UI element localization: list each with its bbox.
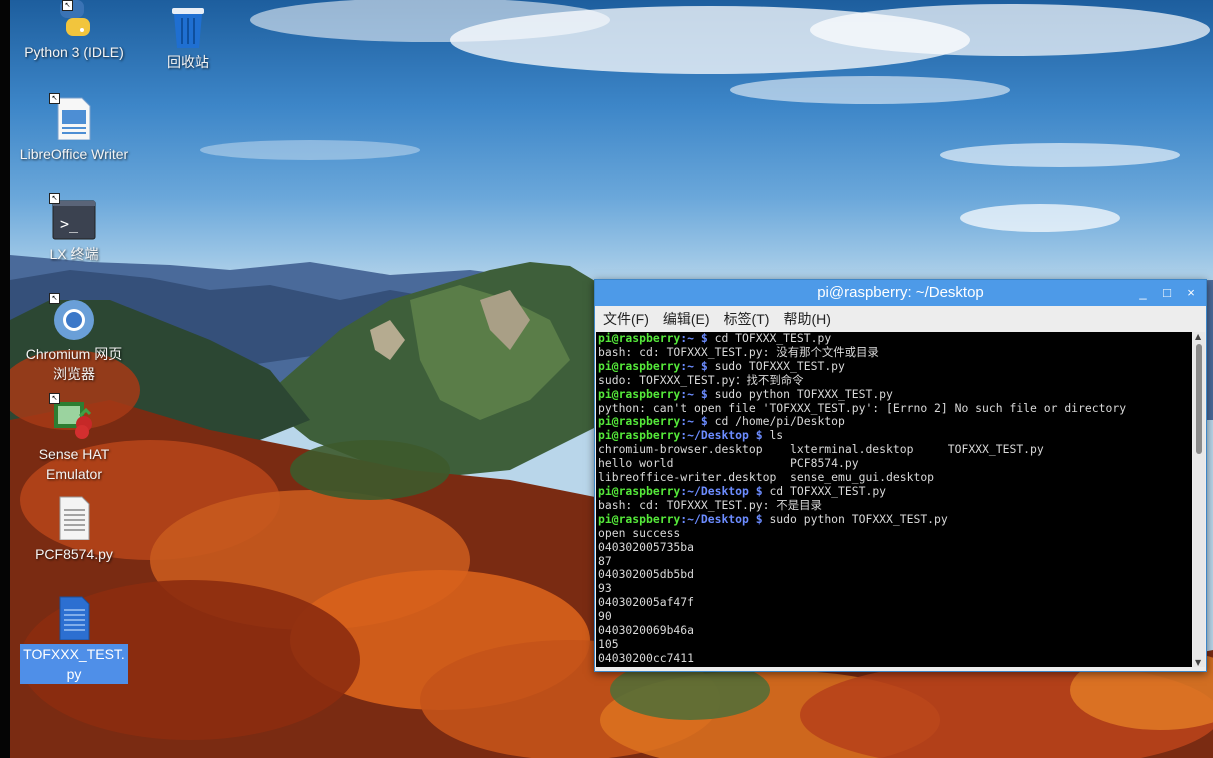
close-button[interactable]: × <box>1184 280 1198 306</box>
prompt-path: :~ $ <box>680 414 708 429</box>
desktop-icon-lx-terminal[interactable]: >_ ↖ LX 终端 <box>18 193 130 264</box>
window-titlebar[interactable]: pi@raspberry: ~/Desktop _ □ × <box>595 280 1206 306</box>
desktop-icon-label: PCF8574.py <box>35 546 113 562</box>
desktop-icon-python-idle[interactable]: ↖ Python 3 (IDLE) <box>18 0 130 62</box>
document-writer-icon: ↖ <box>49 93 96 141</box>
terminal-line: 040302005af47f <box>598 595 695 610</box>
command-text: sudo TOFXXX_TEST.py <box>707 358 845 373</box>
terminal-line: 04030200cc7411 <box>598 650 695 665</box>
scrollbar-thumb[interactable] <box>1196 344 1202 454</box>
desktop-icon-label: LX 终端 <box>49 246 99 262</box>
command-text: cd TOFXXX_TEST.py <box>762 483 887 498</box>
desktop-icon-chromium[interactable]: ↖ Chromium 网页浏览器 <box>18 293 130 384</box>
desktop-icon-recycle-bin[interactable]: 回收站 <box>132 4 244 72</box>
prompt-path: :~/Desktop $ <box>680 511 763 526</box>
prompt-path: :~ $ <box>680 386 708 401</box>
desktop-icon-pcf8574-py[interactable]: PCF8574.py <box>18 496 130 564</box>
terminal-window[interactable]: pi@raspberry: ~/Desktop _ □ × 文件(F) 编辑(E… <box>594 279 1207 672</box>
window-controls: _ □ × <box>1136 280 1198 306</box>
desktop-icon-sense-hat-emulator[interactable]: ↖ Sense HAT Emulator <box>18 393 130 484</box>
command-text: sudo python TOFXXX_TEST.py <box>762 511 948 526</box>
sense-hat-icon: ↖ <box>49 393 96 440</box>
terminal-line: 040302005db5bd <box>598 567 695 582</box>
terminal-line: 87 <box>598 553 612 568</box>
menu-file[interactable]: 文件(F) <box>603 309 649 329</box>
desktop-icon-label: LibreOffice Writer <box>19 146 129 162</box>
terminal-line: open success <box>598 525 681 540</box>
prompt-user: pi@raspberry <box>598 428 681 443</box>
terminal-line: hello world PCF8574.py <box>598 456 859 471</box>
menu-help[interactable]: 帮助(H) <box>783 309 830 329</box>
prompt-user: pi@raspberry <box>598 358 681 373</box>
command-text: cd /home/pi/Desktop <box>707 414 845 429</box>
terminal-line: 105 <box>598 636 619 651</box>
menu-tabs[interactable]: 标签(T) <box>724 309 770 329</box>
terminal-line: pi@raspberry:~ $ cd TOFXXX_TEST.py <box>596 332 1192 346</box>
terminal-line: libreoffice-writer.desktop sense_emu_gui… <box>598 470 935 485</box>
menu-edit[interactable]: 编辑(E) <box>663 309 710 329</box>
terminal-line: 90 <box>598 609 612 624</box>
desktop-icon-label: 回收站 <box>167 54 209 70</box>
prompt-user: pi@raspberry <box>598 386 681 401</box>
prompt-path: :~/Desktop $ <box>680 483 763 498</box>
maximize-button[interactable]: □ <box>1160 280 1174 306</box>
terminal-output[interactable]: pi@raspberry:~ $ cd TOFXXX_TEST.py bash: … <box>596 332 1192 667</box>
terminal-line: 0403020069b46a <box>598 623 695 638</box>
terminal-line: chromium-browser.desktop lxterminal.desk… <box>598 442 1044 457</box>
terminal-line: python: can't open file 'TOFXXX_TEST.py'… <box>598 400 1127 415</box>
terminal-line: pi@raspberry:~/Desktop $ ls <box>596 428 1192 443</box>
chromium-icon: ↖ <box>49 293 96 340</box>
terminal-line: bash: cd: TOFXXX_TEST.py: 不是目录 <box>598 497 822 512</box>
minimize-button[interactable]: _ <box>1136 280 1150 306</box>
terminal-icon: >_ ↖ <box>49 193 96 240</box>
window-title: pi@raspberry: ~/Desktop <box>817 284 984 301</box>
terminal-line: pi@raspberry:~ $ sudo python TOFXXX_TEST… <box>596 386 1192 402</box>
prompt-path: :~/Desktop $ <box>680 428 763 443</box>
trash-icon <box>166 4 210 48</box>
prompt-user: pi@raspberry <box>598 511 681 526</box>
terminal-line: 93 <box>598 581 612 596</box>
desktop-icon-label: Sense HAT Emulator <box>38 446 110 482</box>
python-icon: ↖ <box>52 0 96 38</box>
prompt-path: :~ $ <box>680 332 708 345</box>
desktop-icon-label: TOFXXX_TEST.py <box>20 644 128 684</box>
terminal-line: 040302005735ba <box>598 539 695 554</box>
screen-edge <box>0 0 10 758</box>
terminal-line: pi@raspberry:~/Desktop $ cd TOFXXX_TEST.… <box>596 483 1192 499</box>
command-text: ls <box>762 428 784 443</box>
scroll-down-arrow-icon[interactable]: ▼ <box>1195 658 1201 667</box>
command-text: cd TOFXXX_TEST.py <box>707 332 832 345</box>
prompt-user: pi@raspberry <box>598 414 681 429</box>
scroll-up-arrow-icon[interactable]: ▲ <box>1195 332 1201 341</box>
menubar: 文件(F) 编辑(E) 标签(T) 帮助(H) <box>595 306 1206 331</box>
text-file-icon <box>52 596 96 641</box>
terminal-line: bash: cd: TOFXXX_TEST.py: 没有那个文件或目录 <box>598 344 879 359</box>
terminal-line: sudo: TOFXXX_TEST.py：找不到命令 <box>598 372 804 387</box>
prompt-user: pi@raspberry <box>598 332 681 345</box>
command-text: sudo python TOFXXX_TEST.py <box>707 386 893 401</box>
desktop-icon-tofxxx-test-py[interactable]: TOFXXX_TEST.py <box>18 596 130 684</box>
scrollbar[interactable]: ▲ ▼ <box>1193 332 1205 667</box>
terminal-line: pi@raspberry:~ $ sudo TOFXXX_TEST.py <box>596 358 1192 374</box>
desktop-icon-libreoffice-writer[interactable]: ↖ LibreOffice Writer <box>18 93 130 164</box>
prompt-user: pi@raspberry <box>598 483 681 498</box>
prompt-path: :~ $ <box>680 358 708 373</box>
terminal-line: pi@raspberry:~/Desktop $ sudo python TOF… <box>596 511 1192 527</box>
desktop-icon-label: Python 3 (IDLE) <box>24 44 124 60</box>
desktop-icon-label: Chromium 网页浏览器 <box>25 346 123 382</box>
terminal-line: pi@raspberry:~ $ cd /home/pi/Desktop <box>596 414 1192 429</box>
text-file-icon <box>52 496 96 541</box>
svg-text:>_: >_ <box>60 215 79 233</box>
